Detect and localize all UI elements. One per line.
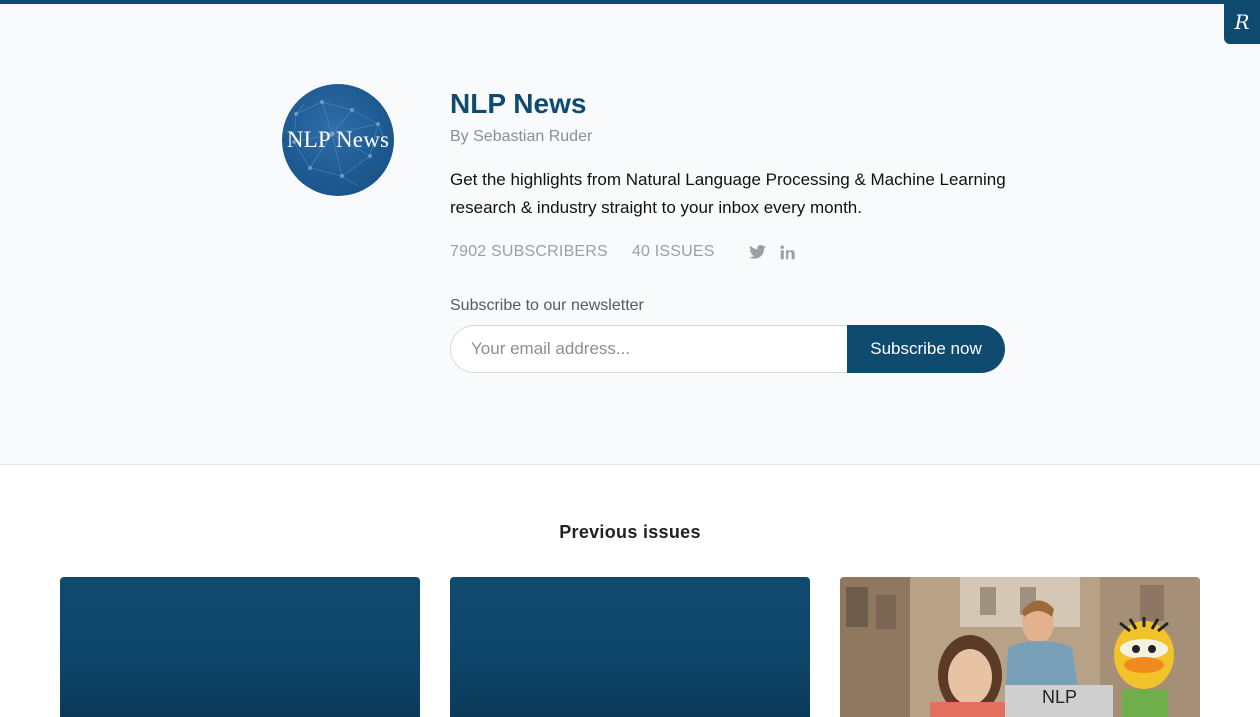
meme-sign-label: NLP [1042, 687, 1077, 707]
newsletter-description: Get the highlights from Natural Language… [450, 170, 1006, 217]
issue-card[interactable] [450, 577, 810, 717]
subscribe-form: Subscribe now [450, 325, 1005, 373]
revue-logo-badge[interactable]: R [1224, 0, 1260, 44]
author-byline: By Sebastian Ruder [450, 128, 593, 145]
newsletter-header [0, 4, 1260, 465]
email-input[interactable] [450, 325, 847, 373]
subscriber-count: 7902 SUBSCRIBERS [450, 243, 608, 260]
subscribe-button[interactable]: Subscribe now [847, 325, 1005, 373]
meme-image: NLP [840, 577, 1200, 717]
newsletter-logo: NLP News [282, 84, 394, 196]
issue-card-image[interactable]: NLP [840, 577, 1200, 717]
newsletter-title[interactable]: NLP News [450, 88, 586, 120]
revue-logo-glyph: R [1234, 10, 1250, 34]
newsletter-stats: 7902 SUBSCRIBERS 40 ISSUES [450, 242, 809, 262]
previous-issues-heading: Previous issues [559, 522, 701, 542]
subscribe-label: Subscribe to our newsletter [450, 297, 644, 314]
social-links [749, 243, 809, 261]
linkedin-icon[interactable] [779, 243, 797, 261]
twitter-icon[interactable] [749, 243, 767, 261]
issue-count: 40 ISSUES [631, 243, 715, 260]
issue-card[interactable] [60, 577, 420, 717]
logo-text: NLP News [286, 127, 390, 152]
